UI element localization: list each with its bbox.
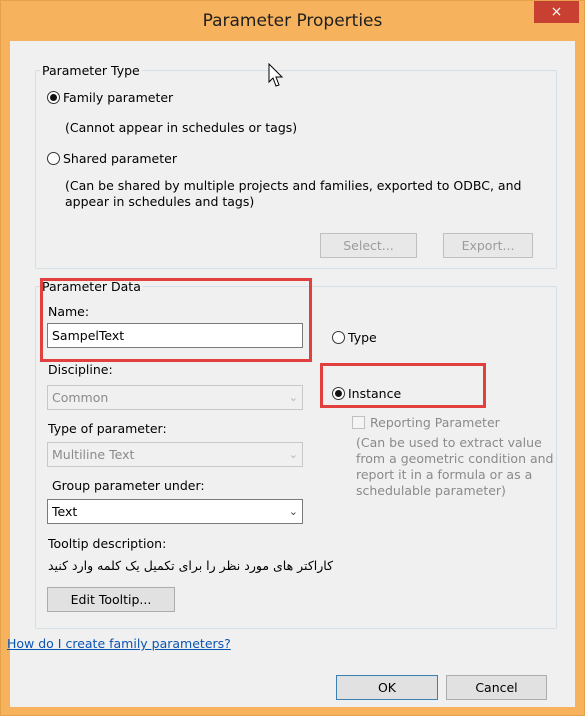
chevron-down-icon: ⌄: [288, 505, 298, 518]
select-button[interactable]: Select...: [320, 233, 417, 258]
reporting-parameter-checkbox[interactable]: [352, 416, 365, 429]
radio-selected-icon: [47, 91, 60, 104]
discipline-select[interactable]: Common ⌄: [47, 385, 303, 410]
type-radio-label: Type: [348, 330, 377, 345]
edit-tooltip-button[interactable]: Edit Tooltip...: [47, 587, 175, 612]
ok-button[interactable]: OK: [336, 675, 438, 700]
shared-parameter-description: (Can be shared by multiple projects and …: [65, 178, 522, 209]
parameter-properties-dialog: Parameter Properties × Parameter Type Fa…: [0, 0, 585, 716]
help-link[interactable]: How do I create family parameters?: [7, 636, 231, 651]
type-of-parameter-value: Multiline Text: [52, 447, 135, 462]
type-of-parameter-select[interactable]: Multiline Text ⌄: [47, 442, 303, 467]
mouse-cursor-icon: [268, 63, 284, 87]
group-parameter-select[interactable]: Text ⌄: [47, 499, 303, 524]
family-parameter-radio[interactable]: Family parameter: [47, 90, 173, 105]
shared-parameter-radio[interactable]: Shared parameter: [47, 151, 177, 166]
type-radio[interactable]: Type: [332, 330, 377, 345]
tooltip-description-value: کاراکتر های مورد نظر را برای تکمیل یک کل…: [48, 558, 334, 573]
chevron-down-icon: ⌄: [288, 391, 298, 404]
dialog-body: Parameter Type Family parameter (Cannot …: [7, 41, 575, 707]
shared-parameter-label: Shared parameter: [63, 151, 177, 166]
group-parameter-label: Group parameter under:: [52, 478, 205, 493]
dialog-title: Parameter Properties: [202, 11, 383, 31]
tooltip-description-label: Tooltip description:: [48, 536, 167, 551]
reporting-parameter-label: Reporting Parameter: [370, 415, 500, 430]
window-border-right: [575, 41, 584, 715]
parameter-type-legend: Parameter Type: [42, 63, 140, 78]
name-highlight-box: [40, 278, 312, 362]
radio-unselected-icon: [47, 152, 60, 165]
close-button[interactable]: ×: [534, 1, 579, 23]
reporting-parameter-description: (Can be used to extract value from a geo…: [356, 435, 554, 498]
cancel-button[interactable]: Cancel: [446, 675, 547, 700]
title-bar[interactable]: Parameter Properties ×: [1, 1, 584, 41]
instance-highlight-box: [320, 363, 486, 408]
radio-unselected-icon: [332, 331, 345, 344]
window-border-left: [1, 41, 10, 715]
group-parameter-value: Text: [52, 504, 78, 519]
discipline-value: Common: [52, 390, 109, 405]
export-button[interactable]: Export...: [443, 233, 533, 258]
family-parameter-description: (Cannot appear in schedules or tags): [65, 120, 298, 135]
family-parameter-label: Family parameter: [63, 90, 174, 105]
chevron-down-icon: ⌄: [288, 448, 298, 461]
type-of-parameter-label: Type of parameter:: [48, 421, 167, 436]
window-border-bottom: [1, 707, 584, 715]
discipline-label: Discipline:: [48, 362, 113, 377]
